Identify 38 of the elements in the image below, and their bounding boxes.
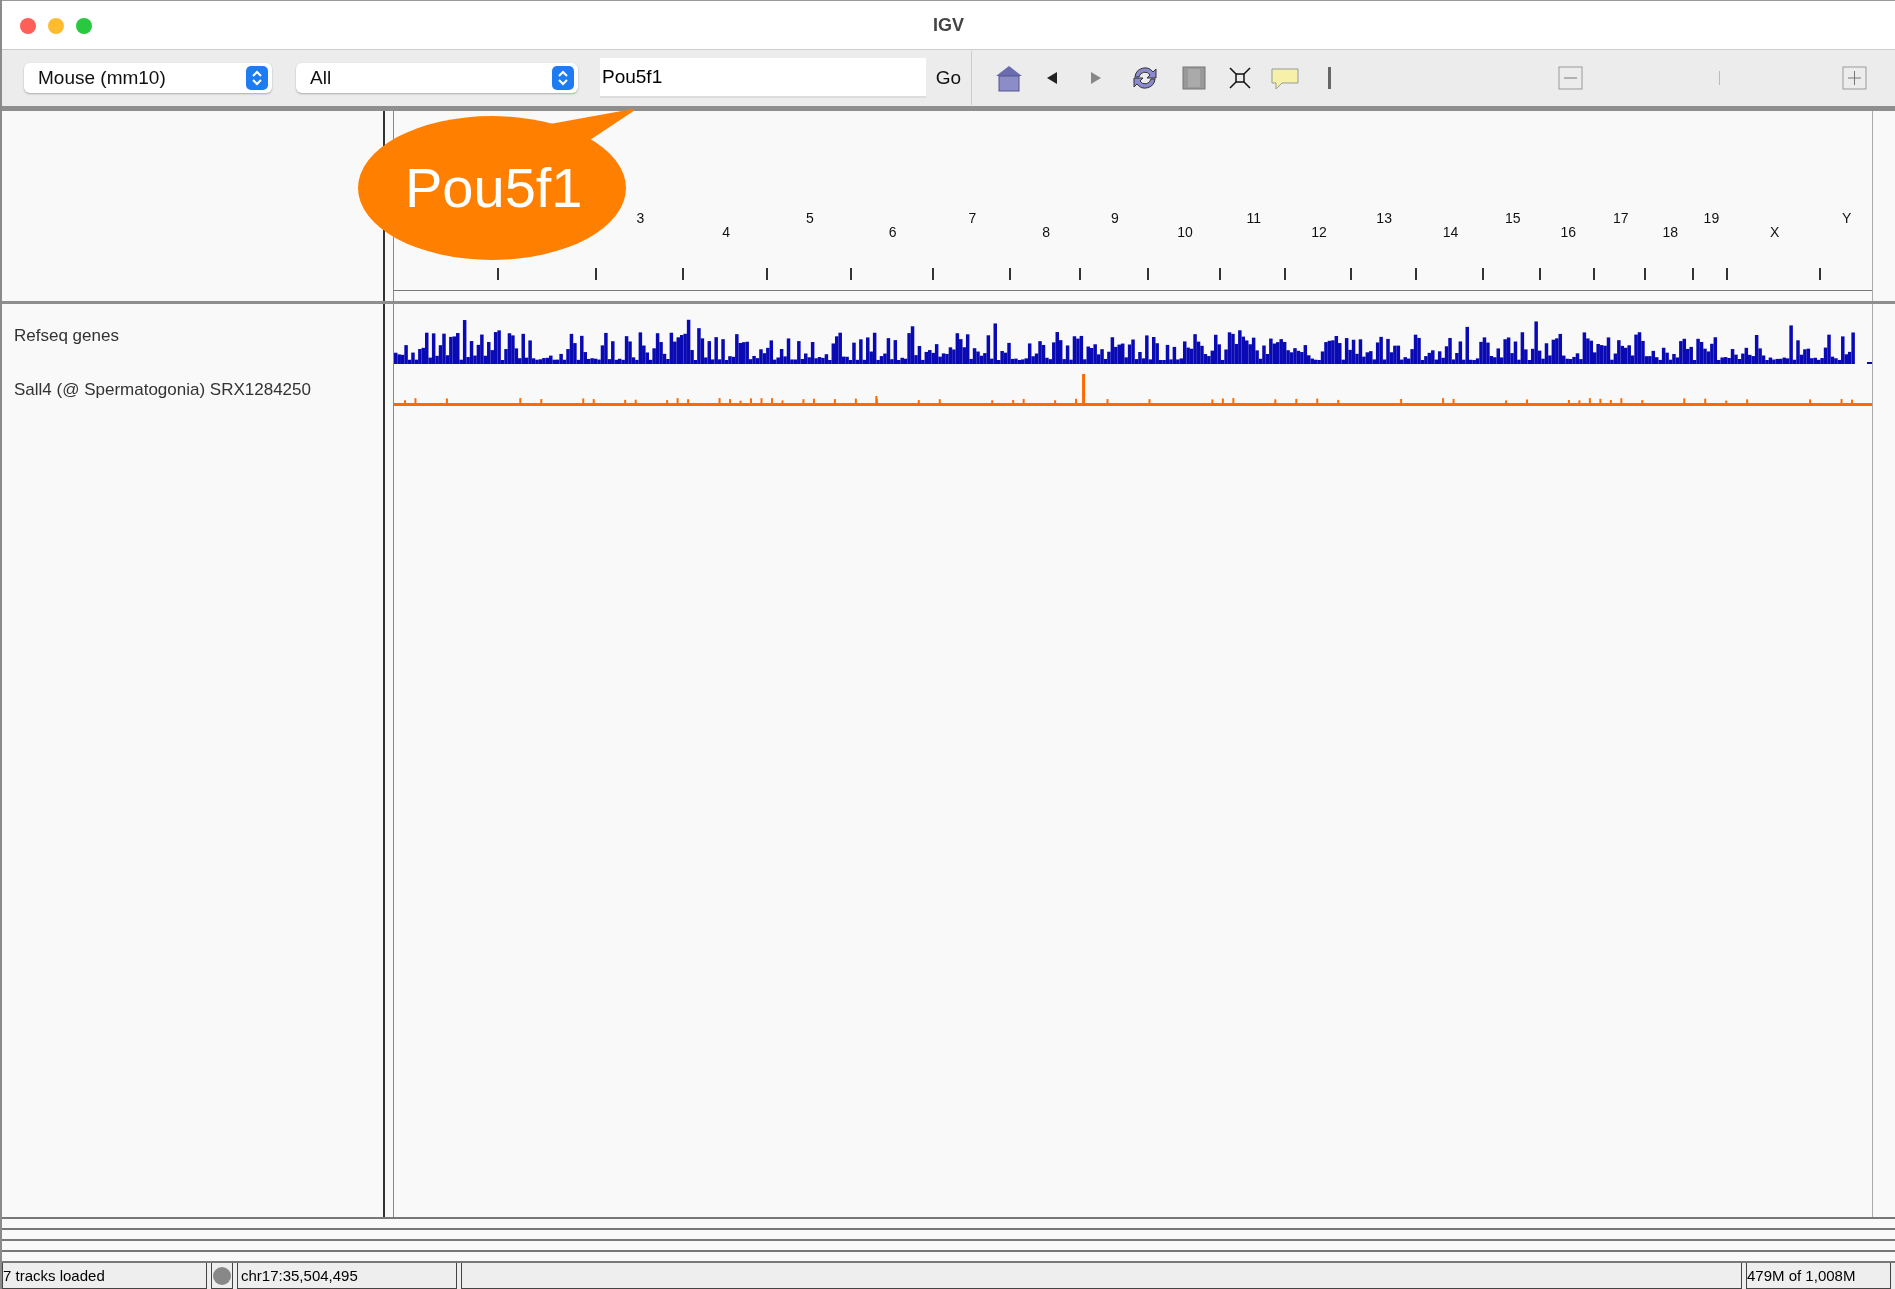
- chromosome-label[interactable]: 4: [722, 224, 730, 240]
- minimize-button[interactable]: [48, 18, 64, 34]
- window-title: IGV: [933, 14, 964, 36]
- chromosome-label[interactable]: 17: [1613, 210, 1629, 226]
- chromosome-label[interactable]: 3: [636, 210, 645, 226]
- locus-readout: chr17:35,504,495: [237, 1263, 457, 1289]
- chromosome-label[interactable]: 8: [1042, 224, 1050, 240]
- chromosome-label[interactable]: Y: [1841, 210, 1852, 226]
- chromosome-label[interactable]: 10: [1177, 224, 1193, 240]
- chromosome-label[interactable]: 15: [1504, 210, 1521, 226]
- chromosome-label[interactable]: 19: [1703, 210, 1720, 226]
- region-icon[interactable]: [1182, 63, 1206, 93]
- memory-readout: 479M of 1,008M: [1746, 1263, 1891, 1289]
- chromosome-label[interactable]: X: [1770, 224, 1780, 240]
- chromosome-label[interactable]: 6: [888, 224, 897, 240]
- chromosome-label[interactable]: 13: [1376, 210, 1392, 226]
- chromosome-dropdown[interactable]: All: [296, 63, 578, 93]
- chromosome-label[interactable]: 7: [968, 210, 977, 226]
- stepper-icon: [246, 66, 268, 90]
- stepper-icon: [552, 66, 574, 90]
- chromosome-label[interactable]: 14: [1442, 224, 1459, 240]
- status-message: 7 tracks loaded: [2, 1263, 207, 1289]
- track-name[interactable]: Refseq genes: [2, 306, 383, 366]
- locus-field[interactable]: Pou5f1: [600, 58, 926, 98]
- close-button[interactable]: [20, 18, 36, 34]
- chromosome-label[interactable]: 18: [1662, 224, 1679, 240]
- chromosome-label[interactable]: 12: [1311, 224, 1327, 240]
- chromosome-label[interactable]: 9: [1110, 210, 1119, 226]
- zoom-out-icon[interactable]: [1558, 63, 1584, 93]
- status-indicator-icon: [213, 1266, 231, 1285]
- chromosome-label[interactable]: 11: [1246, 210, 1261, 226]
- chromosome-label[interactable]: 5: [806, 210, 814, 226]
- zoom-button[interactable]: [76, 18, 92, 34]
- home-icon[interactable]: [994, 63, 1024, 93]
- genome-dropdown[interactable]: Mouse (mm10): [24, 63, 272, 93]
- zoom-in-icon[interactable]: [1842, 63, 1868, 93]
- track-name[interactable]: Sall4 (@ Spermatogonia) SRX1284250: [2, 366, 383, 414]
- chromosome-label[interactable]: 16: [1560, 224, 1577, 240]
